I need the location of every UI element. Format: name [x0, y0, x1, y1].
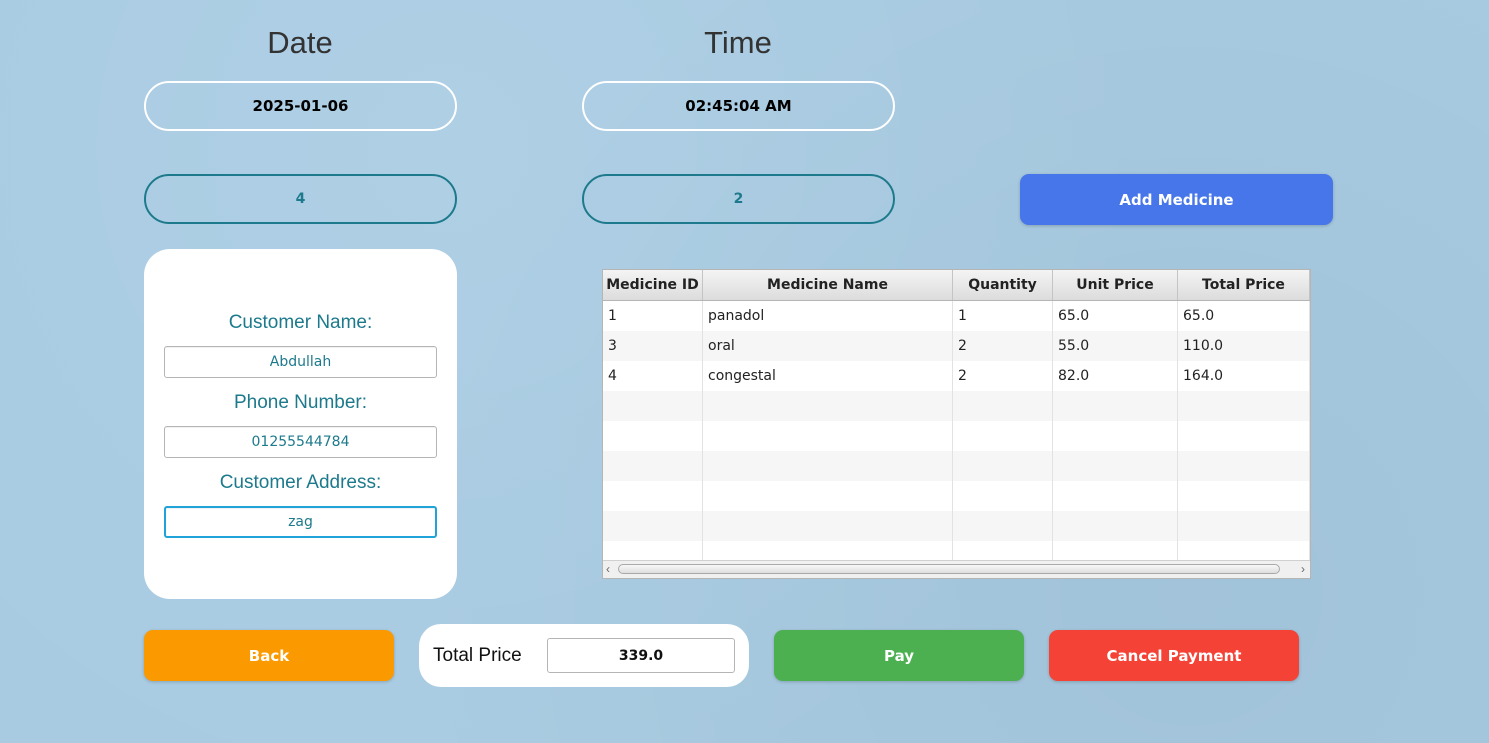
table-row[interactable]: 3 oral 2 55.0 110.0 [603, 331, 1310, 361]
column-header-total-price[interactable]: Total Price [1178, 270, 1310, 300]
table-cell: 2 [953, 331, 1053, 361]
customer-name-input[interactable]: Abdullah [164, 346, 437, 378]
scrollbar-thumb[interactable] [618, 564, 1280, 574]
table-cell: 2 [953, 361, 1053, 391]
time-field: 02:45:04 AM [582, 81, 895, 131]
empty-table-row [603, 451, 1310, 481]
table-cell: 4 [603, 361, 703, 391]
table-cell: 55.0 [1053, 331, 1178, 361]
table-cell: 65.0 [1053, 301, 1178, 331]
table-cell: 3 [603, 331, 703, 361]
date-heading: Date [267, 25, 333, 60]
column-header-quantity[interactable]: Quantity [953, 270, 1053, 300]
counter-left-field[interactable]: 4 [144, 174, 457, 224]
empty-table-row [603, 421, 1310, 451]
counter-right-field[interactable]: 2 [582, 174, 895, 224]
empty-table-row [603, 391, 1310, 421]
column-header-unit-price[interactable]: Unit Price [1053, 270, 1178, 300]
customer-address-input[interactable]: zag [164, 506, 437, 538]
table-row[interactable]: 4 congestal 2 82.0 164.0 [603, 361, 1310, 391]
phone-number-input[interactable]: 01255544784 [164, 426, 437, 458]
pay-button[interactable]: Pay [774, 630, 1024, 681]
table-cell: 1 [603, 301, 703, 331]
table-row[interactable]: 1 panadol 1 65.0 65.0 [603, 301, 1310, 331]
scroll-right-icon[interactable]: › [1301, 561, 1305, 578]
total-price-panel: Total Price 339.0 [419, 624, 749, 687]
column-header-medicine-id[interactable]: Medicine ID [603, 270, 703, 300]
table-cell: 82.0 [1053, 361, 1178, 391]
back-button[interactable]: Back [144, 630, 394, 681]
table-header: Medicine ID Medicine Name Quantity Unit … [603, 270, 1310, 301]
empty-table-row [603, 511, 1310, 541]
date-field: 2025-01-06 [144, 81, 457, 131]
medicine-table[interactable]: Medicine ID Medicine Name Quantity Unit … [602, 269, 1311, 579]
table-cell: congestal [703, 361, 953, 391]
time-heading: Time [704, 25, 772, 60]
customer-card: Customer Name: Abdullah Phone Number: 01… [144, 249, 457, 599]
cancel-payment-button[interactable]: Cancel Payment [1049, 630, 1299, 681]
customer-address-label: Customer Address: [219, 472, 382, 493]
total-price-field: 339.0 [547, 638, 735, 673]
total-price-label: Total Price [433, 645, 522, 666]
column-header-medicine-name[interactable]: Medicine Name [703, 270, 953, 300]
table-cell: 110.0 [1178, 331, 1310, 361]
table-cell: 65.0 [1178, 301, 1310, 331]
scroll-left-icon[interactable]: ‹ [606, 561, 610, 578]
empty-table-row [603, 481, 1310, 511]
phone-number-label: Phone Number: [233, 392, 368, 413]
horizontal-scrollbar[interactable]: ‹ › [603, 560, 1310, 578]
customer-name-label: Customer Name: [228, 312, 373, 333]
table-cell: 164.0 [1178, 361, 1310, 391]
add-medicine-button[interactable]: Add Medicine [1020, 174, 1333, 225]
table-cell: 1 [953, 301, 1053, 331]
table-cell: oral [703, 331, 953, 361]
table-cell: panadol [703, 301, 953, 331]
